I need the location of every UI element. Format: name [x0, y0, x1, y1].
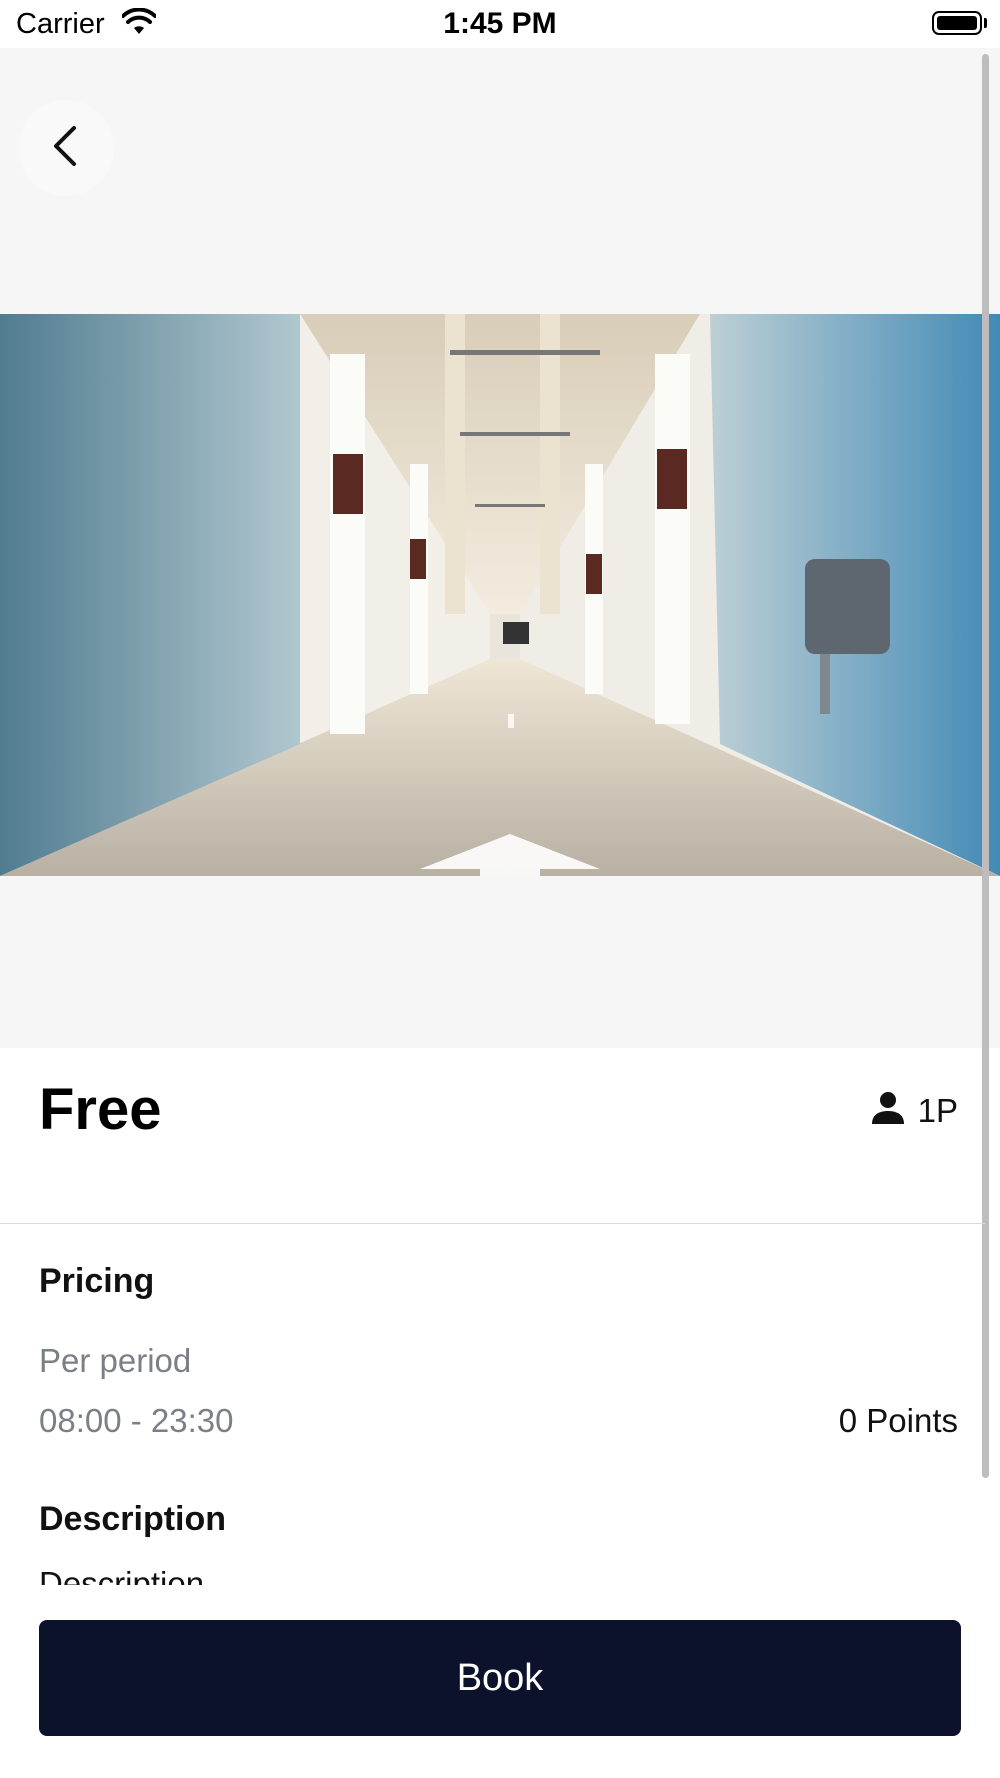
description-heading: Description: [39, 1500, 227, 1538]
back-button[interactable]: [18, 100, 114, 196]
pricing-period-label: Per period: [39, 1342, 192, 1379]
pricing-heading: Pricing: [39, 1262, 155, 1300]
scrollbar[interactable]: [982, 54, 989, 1478]
book-button[interactable]: Book: [39, 1620, 961, 1736]
chevron-left-icon: [46, 122, 86, 175]
capacity-info: 1P: [870, 1090, 958, 1131]
status-time: 1:45 PM: [443, 7, 557, 40]
battery-icon: [932, 11, 982, 35]
status-bar: Carrier 1:45 PM: [0, 0, 1000, 48]
divider: [0, 1223, 985, 1224]
pricing-time-range: 08:00 - 23:30: [39, 1402, 234, 1439]
space-title: Free: [39, 1077, 162, 1142]
description-body: Description: [39, 1565, 205, 1585]
hero-section: [0, 48, 1000, 1048]
person-icon: [870, 1090, 906, 1131]
pricing-points: 0 Points: [838, 1402, 958, 1439]
space-photo: [0, 314, 1000, 876]
capacity-label: 1P: [917, 1091, 958, 1129]
